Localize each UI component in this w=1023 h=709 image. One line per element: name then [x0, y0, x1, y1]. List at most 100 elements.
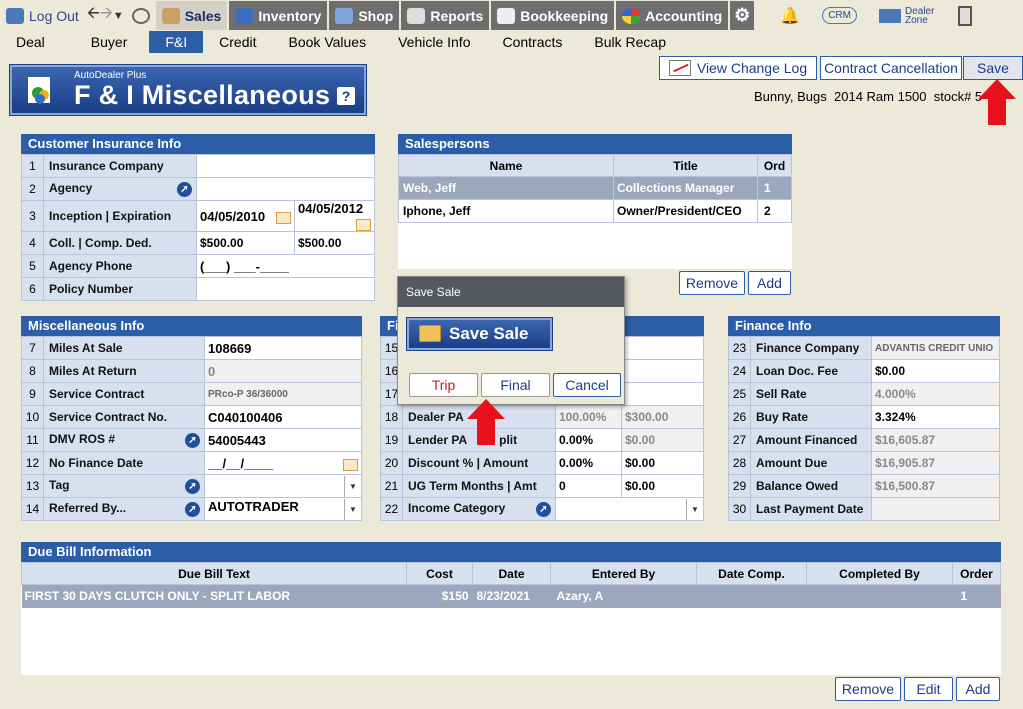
salesperson-remove-button[interactable]: Remove	[679, 271, 745, 295]
lookup-arrow-icon[interactable]: ➚	[185, 479, 200, 494]
tab-buyer[interactable]: Buyer	[61, 31, 148, 53]
chevron-down-icon[interactable]: ▼	[113, 10, 124, 22]
tab-credit[interactable]: Credit	[203, 31, 272, 53]
service-contract-no-field[interactable]: C040100406	[204, 405, 362, 429]
agency-field[interactable]	[196, 177, 375, 201]
red-arrow-save-indicator	[978, 79, 1016, 125]
salespersons-panel: Salespersons Name Title Ord Web, Jeff Colle…	[398, 134, 792, 269]
lookup-arrow-icon[interactable]: ➚	[185, 502, 200, 517]
service-contract-field: PRco-P 36/36000	[204, 382, 362, 406]
sub-nav: Deal Buyer F&I Credit Book Values Vehicl…	[0, 31, 1023, 53]
comp-ded-field[interactable]: $500.00	[294, 231, 375, 255]
wrench-icon	[335, 7, 354, 24]
dealer-zone-icon[interactable]: Dealer Zone	[873, 1, 940, 30]
nav-sales[interactable]: Sales	[155, 1, 228, 30]
dialog-title: Save Sale	[398, 277, 624, 307]
lookup-arrow-icon[interactable]: ➚	[177, 182, 192, 197]
tab-book-values[interactable]: Book Values	[273, 31, 383, 53]
referred-by-select[interactable]: AUTOTRADER ▼	[204, 497, 362, 521]
inception-date-field[interactable]: 04/05/2010	[196, 200, 295, 232]
tab-contracts[interactable]: Contracts	[486, 31, 578, 53]
customer-insurance-panel: Customer Insurance Info 1 Insurance Compa…	[21, 134, 375, 301]
help-icon[interactable]: ?	[337, 87, 355, 105]
pie-chart-icon	[622, 7, 641, 24]
expiration-date-field[interactable]: 04/05/2012	[294, 200, 375, 232]
home-icon	[6, 7, 24, 24]
due-bill-add-button[interactable]: Add	[956, 677, 1000, 701]
chevron-down-icon[interactable]: ▼	[686, 498, 703, 520]
nav-bookkeeping[interactable]: Bookkeeping	[491, 1, 615, 30]
back-icon[interactable]: 🡨	[87, 2, 100, 29]
book-icon	[497, 7, 516, 24]
panel-title: Customer Insurance Info	[21, 134, 375, 154]
panel-title: Salespersons	[398, 134, 792, 154]
tab-fi[interactable]: F&I	[149, 31, 204, 53]
policy-number-field[interactable]	[196, 277, 375, 301]
coll-ded-field[interactable]: $500.00	[196, 231, 295, 255]
lookup-arrow-icon[interactable]: ➚	[185, 433, 200, 448]
table-row[interactable]: FIRST 30 DAYS CLUTCH ONLY - SPLIT LABOR …	[21, 584, 1001, 608]
calendar-icon[interactable]	[343, 458, 358, 471]
bell-icon[interactable]: 🔔	[774, 1, 806, 30]
finance-info-panel: Finance Info 23 Finance Company ADVANTIS C…	[728, 316, 1000, 521]
dmv-ros-field[interactable]: 54005443	[204, 428, 362, 452]
chevron-down-icon[interactable]: ▼	[344, 475, 361, 497]
income-category-select[interactable]: ▼	[555, 497, 704, 521]
car-icon	[235, 7, 254, 24]
deal-summary: Bunny, Bugs 2014 Ram 1500 stock# 5	[754, 89, 983, 104]
tab-deal[interactable]: Deal	[0, 31, 61, 53]
due-bill-remove-button[interactable]: Remove	[835, 677, 901, 701]
cancel-button[interactable]: Cancel	[553, 373, 621, 397]
edit-log-icon	[668, 60, 691, 76]
nav-shop[interactable]: Shop	[329, 1, 400, 30]
insurance-company-field[interactable]	[196, 154, 375, 178]
miles-at-return-field[interactable]: 0	[204, 359, 362, 383]
history-nav[interactable]: 🡨 🡪 ▼	[85, 1, 126, 30]
due-bill-edit-button[interactable]: Edit	[904, 677, 953, 701]
page-title-banner: AutoDealer Plus F & I Miscellaneous ?	[10, 65, 366, 115]
tab-vehicle-info[interactable]: Vehicle Info	[382, 31, 486, 53]
no-finance-date-field[interactable]: __/__/____	[204, 451, 362, 475]
due-bill-panel: Due Bill Information Due Bill Text Cost Da…	[21, 542, 1001, 675]
panel-title: Miscellaneous Info	[21, 316, 362, 336]
nav-reports[interactable]: Reports	[401, 1, 490, 30]
page-title: F & I Miscellaneous	[74, 80, 331, 110]
trip-button[interactable]: Trip	[409, 373, 478, 397]
settings-gear-icon[interactable]: ⚙	[730, 1, 755, 30]
calendar-icon[interactable]	[276, 211, 291, 224]
view-change-log-button[interactable]: View Change Log	[659, 56, 817, 80]
folder-icon	[419, 325, 441, 342]
finance-company-field: ADVANTIS CREDIT UNIO	[871, 336, 1000, 360]
forward-icon[interactable]: 🡪	[100, 2, 113, 29]
final-button[interactable]: Final	[481, 373, 550, 397]
save-sale-main-button[interactable]: Save Sale	[407, 318, 552, 350]
crm-icon[interactable]: CRM	[816, 1, 863, 30]
agency-phone-field[interactable]: (___) ___-____	[196, 254, 375, 278]
nav-accounting[interactable]: Accounting	[616, 1, 729, 30]
red-arrow-trip-indicator	[467, 399, 505, 445]
panel-title: Finance Info	[728, 316, 1000, 336]
tab-bulk-recap[interactable]: Bulk Recap	[578, 31, 682, 53]
cube-logo-icon	[28, 77, 50, 104]
tag-select[interactable]: ▼	[204, 474, 362, 498]
miles-at-sale-field[interactable]: 108669	[204, 336, 362, 360]
save-button[interactable]: Save	[963, 56, 1023, 80]
salesman-icon	[161, 7, 180, 24]
top-nav-bar: Log Out 🡨 🡪 ▼ Sales Inventory Shop Reports…	[0, 0, 1023, 31]
logout-link[interactable]: Log Out	[0, 1, 85, 30]
user-avatar-icon[interactable]	[126, 1, 156, 30]
chevron-down-icon[interactable]: ▼	[344, 498, 361, 520]
nav-inventory[interactable]: Inventory	[229, 1, 328, 30]
calendar-icon[interactable]	[356, 219, 371, 231]
table-row[interactable]: Iphone, Jeff Owner/President/CEO 2	[398, 199, 792, 223]
buy-rate-field[interactable]: 3.324%	[871, 405, 1000, 429]
lookup-arrow-icon[interactable]: ➚	[536, 502, 551, 517]
salesperson-add-button[interactable]: Add	[748, 271, 791, 295]
calculator-icon[interactable]	[952, 1, 978, 30]
save-sale-dialog: Save Sale Save Sale Trip Final Cancel	[397, 276, 625, 405]
loan-doc-fee-field[interactable]: $0.00	[871, 359, 1000, 383]
misc-info-panel: Miscellaneous Info 7 Miles At Sale 108669 …	[21, 316, 362, 521]
panel-title: Due Bill Information	[21, 542, 1001, 562]
contract-cancellation-button[interactable]: Contract Cancellation	[820, 56, 962, 80]
table-row[interactable]: Web, Jeff Collections Manager 1	[398, 176, 792, 200]
